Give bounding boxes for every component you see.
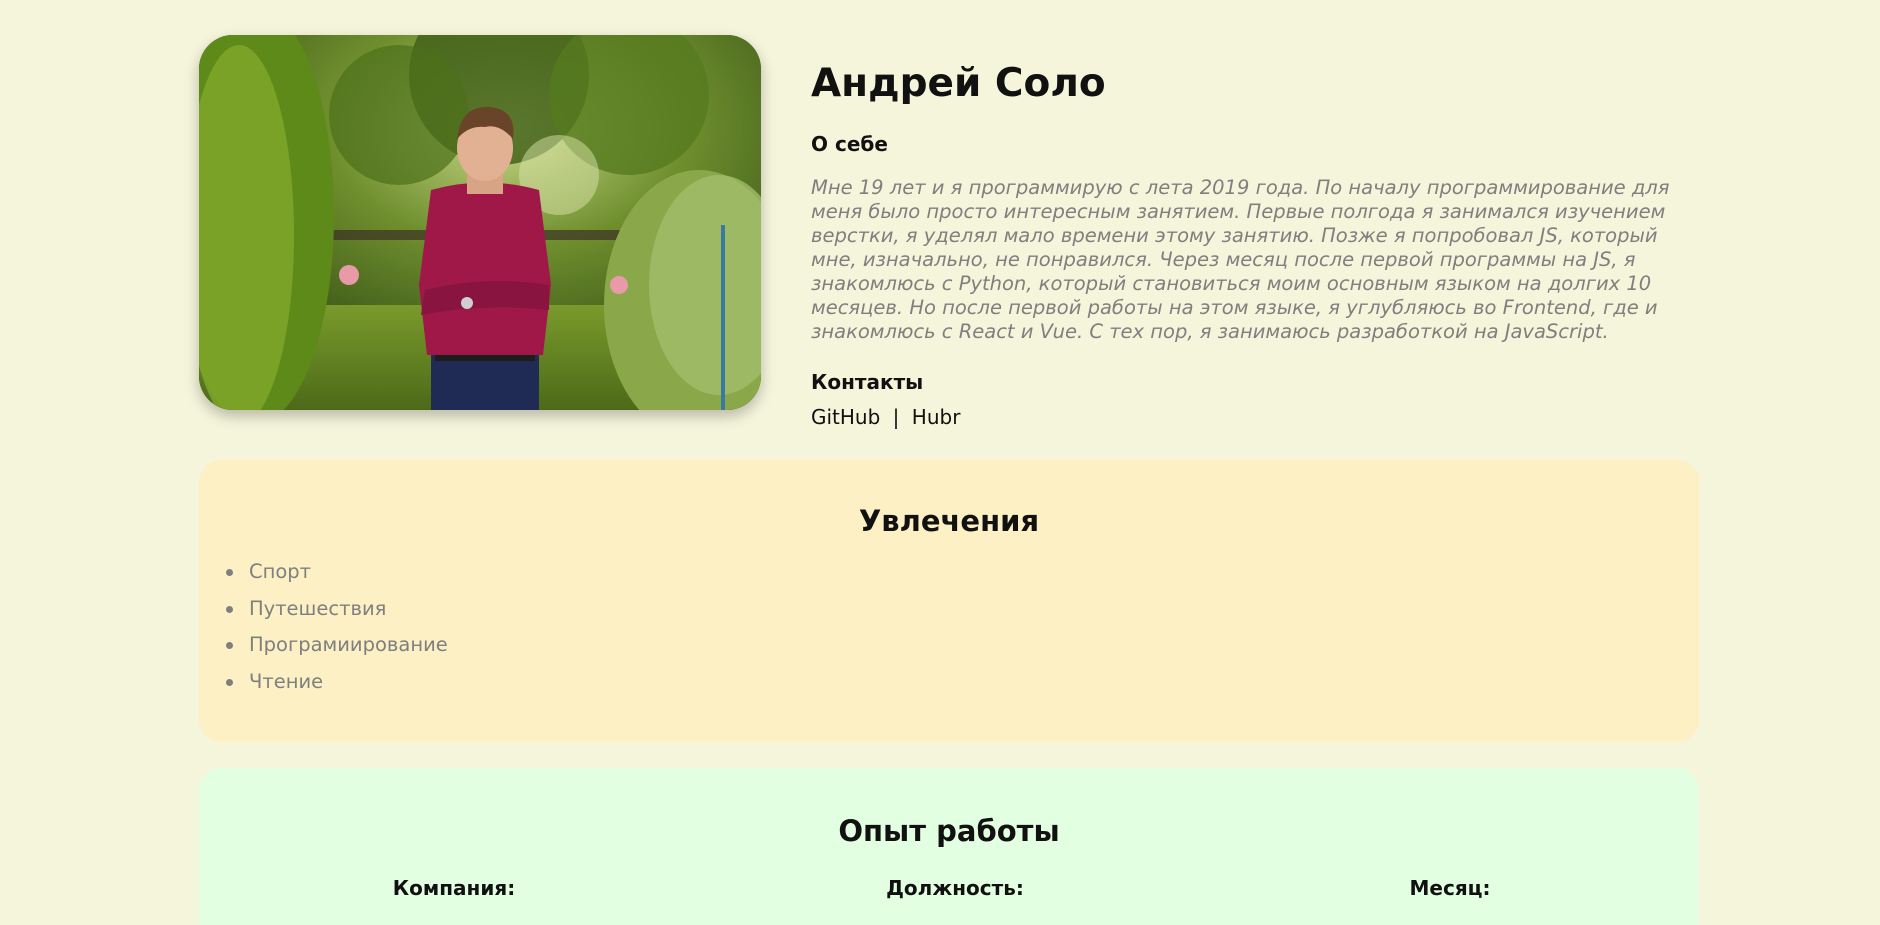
list-item: Чтение — [226, 664, 1649, 701]
profile-name: Андрей Соло — [811, 61, 1106, 106]
bullet-icon — [226, 605, 233, 613]
hobbies-section: Увлечения Спорт Путешествия Програмииров… — [199, 460, 1699, 742]
contacts-links: GitHub | Hubr — [811, 405, 1711, 429]
experience-section: Опыт работы Компания: Должность: Месяц: — [199, 768, 1699, 925]
profile-photo — [199, 35, 761, 410]
bullet-icon — [226, 569, 233, 576]
column-header-position: Должность: — [886, 876, 1024, 900]
hobby-label: Програмиирование — [249, 633, 448, 657]
hobby-label: Спорт — [249, 560, 312, 583]
profile-intro: Андрей Соло О себе Мне 19 лет и я програ… — [811, 61, 1711, 429]
experience-table-header: Компания: Должность: Месяц: — [199, 876, 1699, 906]
bullet-icon — [226, 679, 233, 687]
contacts-separator: | — [892, 404, 900, 429]
contacts-heading: Контакты — [811, 369, 924, 394]
list-item: Спорт — [226, 554, 1649, 591]
experience-title: Опыт работы — [838, 814, 1060, 848]
hobbies-list: Спорт Путешествия Програмиирование Чтени… — [226, 554, 1649, 701]
bullet-icon — [226, 642, 233, 650]
hobby-label: Чтение — [249, 670, 324, 694]
about-heading: О себе — [811, 131, 888, 156]
profile-photo-image — [199, 35, 761, 410]
github-link[interactable]: GitHub — [811, 405, 880, 429]
column-header-month: Месяц: — [1409, 876, 1491, 900]
hubr-link[interactable]: Hubr — [912, 405, 961, 429]
column-header-company: Компания: — [392, 876, 516, 900]
about-text: Мне 19 лет и я программирую с лета 2019 … — [811, 175, 1670, 343]
list-item: Путешествия — [226, 591, 1649, 628]
resume-page: Андрей Соло О себе Мне 19 лет и я програ… — [0, 0, 1880, 925]
profile-header: Андрей Соло О себе Мне 19 лет и я програ… — [199, 35, 1699, 445]
hobbies-title: Увлечения — [858, 504, 1040, 538]
list-item: Програмиирование — [226, 627, 1649, 664]
hobby-label: Путешествия — [249, 596, 387, 620]
